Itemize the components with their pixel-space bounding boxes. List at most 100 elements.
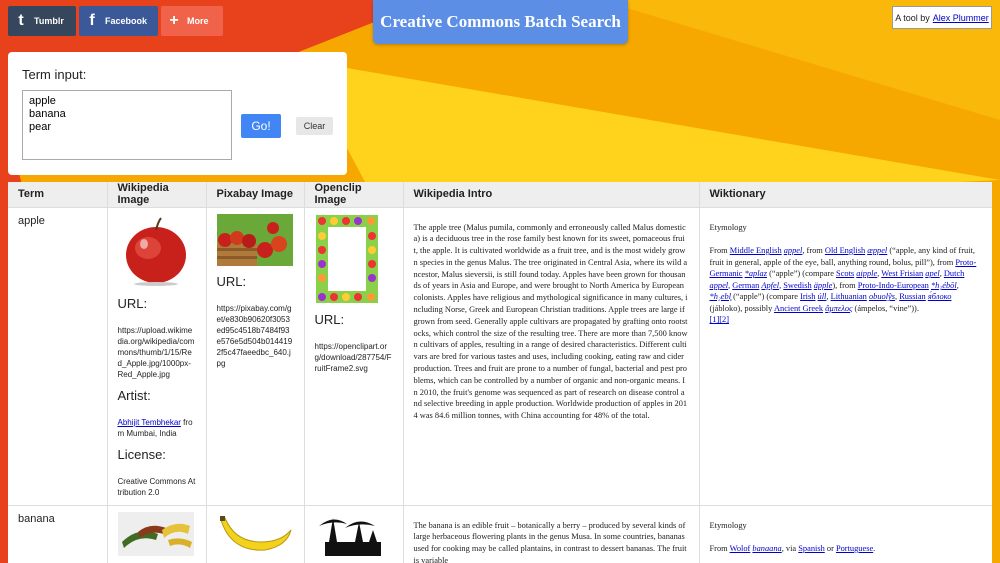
etym-term: *h₂ebl̥: [709, 292, 732, 301]
etym-term: Apfel: [761, 280, 780, 290]
etym-link[interactable]: *h₂ébōl: [931, 281, 957, 290]
wikipedia-image-cell: [107, 505, 207, 563]
etym-text: From: [709, 544, 730, 553]
reference-links[interactable]: [1][2]: [710, 315, 730, 324]
tool-credit: A tool by Alex Plummer: [892, 6, 992, 29]
etym-link[interactable]: Wolof: [730, 544, 751, 553]
pixabay-image-cell: [206, 505, 305, 563]
etym-link[interactable]: æppel: [867, 246, 887, 255]
term-cell: apple: [8, 207, 108, 506]
etym-link[interactable]: Russian: [899, 292, 926, 301]
etym-link[interactable]: Dutch: [944, 269, 964, 278]
more-label: More: [187, 16, 209, 26]
etym-term: aipple: [856, 269, 878, 278]
results-table: Term Wikipedia Image Pixabay Image Openc…: [8, 182, 992, 563]
red-apple-image[interactable]: [117, 213, 194, 288]
etym-text: .: [873, 544, 876, 553]
license-value: Creative Commons Attribution 2.0: [117, 476, 196, 497]
etym-link[interactable]: Swedish: [783, 281, 811, 290]
table-header-row: Term Wikipedia Image Pixabay Image Openc…: [8, 182, 992, 208]
etym-link[interactable]: aipple: [856, 269, 877, 278]
etym-text: ), from: [832, 280, 858, 290]
wikipedia-image-cell: URL: https://upload.wikimedia.org/wikipe…: [107, 207, 207, 506]
etym-text: (jábloko), possibly: [709, 303, 774, 313]
etym-text: (“apple”) (compare: [766, 269, 837, 278]
etym-text: ,: [956, 280, 959, 290]
tool-credit-prefix: A tool by: [895, 12, 930, 23]
wiktionary-cell: Etymology From Wolof banaana, via Spanis…: [699, 505, 992, 563]
etym-term: ἄμπελος: [825, 303, 853, 313]
etym-link[interactable]: appel: [710, 281, 729, 290]
fruit-frame-image[interactable]: [315, 214, 379, 304]
etym-link[interactable]: Old English: [825, 246, 865, 255]
artist-link[interactable]: Abhijit Tembhekar: [118, 418, 181, 427]
etym-link[interactable]: Proto-Indo-European: [858, 281, 929, 290]
apple-crate-image[interactable]: [216, 213, 293, 266]
etym-link[interactable]: äpple: [814, 281, 833, 290]
etym-term: appel: [783, 246, 803, 255]
column-header-wikipedia-image: Wikipedia Image: [107, 182, 207, 208]
author-link[interactable]: Alex Plummer: [933, 13, 989, 23]
etym-link[interactable]: obuolỹs: [869, 292, 895, 301]
etym-term: apel: [925, 269, 940, 278]
etym-text: (ámpelos, “vine”)).: [852, 303, 919, 313]
etym-link[interactable]: *h₂ebl̥: [710, 292, 732, 301]
etym-text: , from: [802, 246, 825, 255]
etym-link[interactable]: Middle English: [730, 246, 782, 255]
clear-button[interactable]: Clear: [296, 117, 333, 135]
etym-link[interactable]: Lithuanian: [831, 292, 867, 301]
column-header-openclip-image: Openclip Image: [304, 182, 404, 208]
banana-plantain-image[interactable]: [117, 511, 194, 556]
openclip-image-cell: [304, 505, 404, 563]
license-label: License:: [117, 446, 166, 462]
facebook-share-button[interactable]: f Facebook: [79, 6, 158, 36]
wiktionary-etymology: From Middle English appel, from Old Engl…: [710, 245, 983, 326]
tumblr-label: Tumblr: [34, 16, 64, 26]
etym-term: banaana: [752, 544, 782, 553]
etym-link[interactable]: appel: [784, 246, 803, 255]
etym-link[interactable]: Portuguese: [836, 544, 873, 553]
more-share-button[interactable]: + More: [161, 6, 223, 36]
etym-link[interactable]: Apfel: [761, 281, 779, 290]
banana-tree-silhouette-image[interactable]: [314, 511, 391, 556]
etym-term: obuolỹs: [868, 292, 896, 301]
term-input-panel: Term input: apple banana pear Go! Clear: [8, 52, 347, 175]
column-header-wikipedia-intro: Wikipedia Intro: [403, 182, 700, 208]
banana-image[interactable]: [216, 511, 293, 556]
column-header-pixabay-image: Pixabay Image: [206, 182, 305, 208]
wikipedia-url-label: URL:: [117, 295, 148, 311]
openclip-image-cell: URL: https://openclipart.org/download/28…: [304, 207, 404, 506]
wikipedia-intro-cell: The apple tree (Malus pumila, commonly a…: [403, 207, 700, 506]
wiktionary-cell: Etymology From Middle English appel, fro…: [699, 207, 992, 506]
etym-link[interactable]: я́блоко: [928, 292, 952, 301]
openclip-url: https://openclipart.org/download/287754/…: [314, 341, 392, 373]
etym-link[interactable]: German: [732, 281, 759, 290]
etym-term: æppel: [867, 246, 888, 255]
tumblr-share-button[interactable]: t Tumblr: [8, 6, 76, 36]
etym-term: я́блоко: [927, 292, 952, 301]
tumblr-icon: t: [18, 12, 24, 29]
go-button[interactable]: Go!: [241, 114, 281, 138]
term-input-field[interactable]: apple banana pear: [22, 90, 232, 160]
etym-text: or: [824, 544, 836, 553]
etym-term: appel: [709, 280, 729, 290]
artist-label: Artist:: [117, 387, 151, 403]
etym-text: From: [709, 246, 730, 255]
etym-link[interactable]: West Frisian: [881, 269, 923, 278]
wikipedia-intro-cell: The banana is an edible fruit – botanica…: [403, 505, 700, 563]
etym-term: äpple: [813, 280, 833, 290]
etym-link[interactable]: Scots: [836, 269, 854, 278]
etym-link[interactable]: *aplaz: [745, 269, 767, 278]
etym-link[interactable]: Spanish: [798, 544, 825, 553]
table-row: apple URL: https://upload.wikimedia.org/…: [8, 207, 992, 506]
page-title[interactable]: Creative Commons Batch Search: [373, 0, 628, 44]
results-table-container[interactable]: Term Wikipedia Image Pixabay Image Openc…: [8, 182, 992, 563]
etym-link[interactable]: ἄμπελος: [825, 304, 852, 313]
wiktionary-etymology: From Wolof banaana, via Spanish or Portu…: [710, 543, 983, 555]
etym-link[interactable]: Irish: [800, 292, 815, 301]
etym-link[interactable]: Ancient Greek: [774, 304, 823, 313]
column-header-wiktionary: Wiktionary: [699, 182, 992, 208]
etym-link[interactable]: apel: [925, 269, 939, 278]
plus-icon: +: [169, 12, 179, 29]
etym-link[interactable]: banaana: [752, 544, 781, 553]
